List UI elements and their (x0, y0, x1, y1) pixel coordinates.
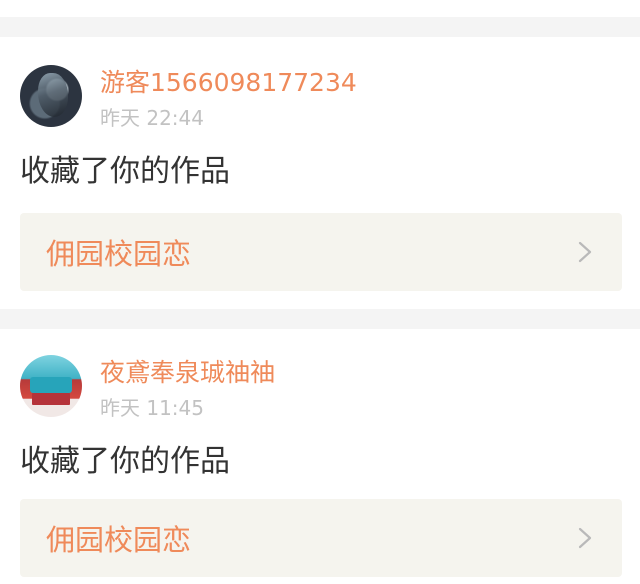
work-link-card[interactable]: 佣园校园恋 (20, 499, 622, 577)
user-avatar-icon[interactable] (20, 355, 82, 417)
timestamp: 昨天 11:45 (100, 396, 204, 420)
action-text: 收藏了你的作品 (20, 444, 230, 479)
section-divider (0, 17, 640, 37)
notification-item: 游客1566098177234 昨天 22:44 收藏了你的作品 佣园校园恋 (0, 37, 640, 309)
username[interactable]: 游客1566098177234 (100, 67, 357, 99)
chevron-right-icon (574, 527, 596, 549)
username[interactable]: 夜鳶奉泉珹䄂䄂 (100, 357, 275, 389)
notification-header: 游客1566098177234 昨天 22:44 (20, 65, 622, 131)
notification-feed: 游客1566098177234 昨天 22:44 收藏了你的作品 佣园校园恋 夜… (0, 0, 640, 584)
chevron-right-icon (574, 241, 596, 263)
user-meta: 游客1566098177234 昨天 22:44 (100, 65, 357, 131)
section-divider (0, 309, 640, 329)
user-meta: 夜鳶奉泉珹䄂䄂 昨天 11:45 (100, 355, 275, 421)
work-title: 佣园校园恋 (46, 237, 192, 271)
top-spacer (0, 0, 640, 17)
timestamp: 昨天 22:44 (100, 106, 204, 130)
user-avatar-icon[interactable] (20, 65, 82, 127)
notification-header: 夜鳶奉泉珹䄂䄂 昨天 11:45 (20, 355, 622, 421)
action-text: 收藏了你的作品 (20, 154, 230, 189)
work-link-card[interactable]: 佣园校园恋 (20, 213, 622, 291)
notification-item: 夜鳶奉泉珹䄂䄂 昨天 11:45 收藏了你的作品 佣园校园恋 (0, 329, 640, 584)
work-title: 佣园校园恋 (46, 523, 192, 557)
